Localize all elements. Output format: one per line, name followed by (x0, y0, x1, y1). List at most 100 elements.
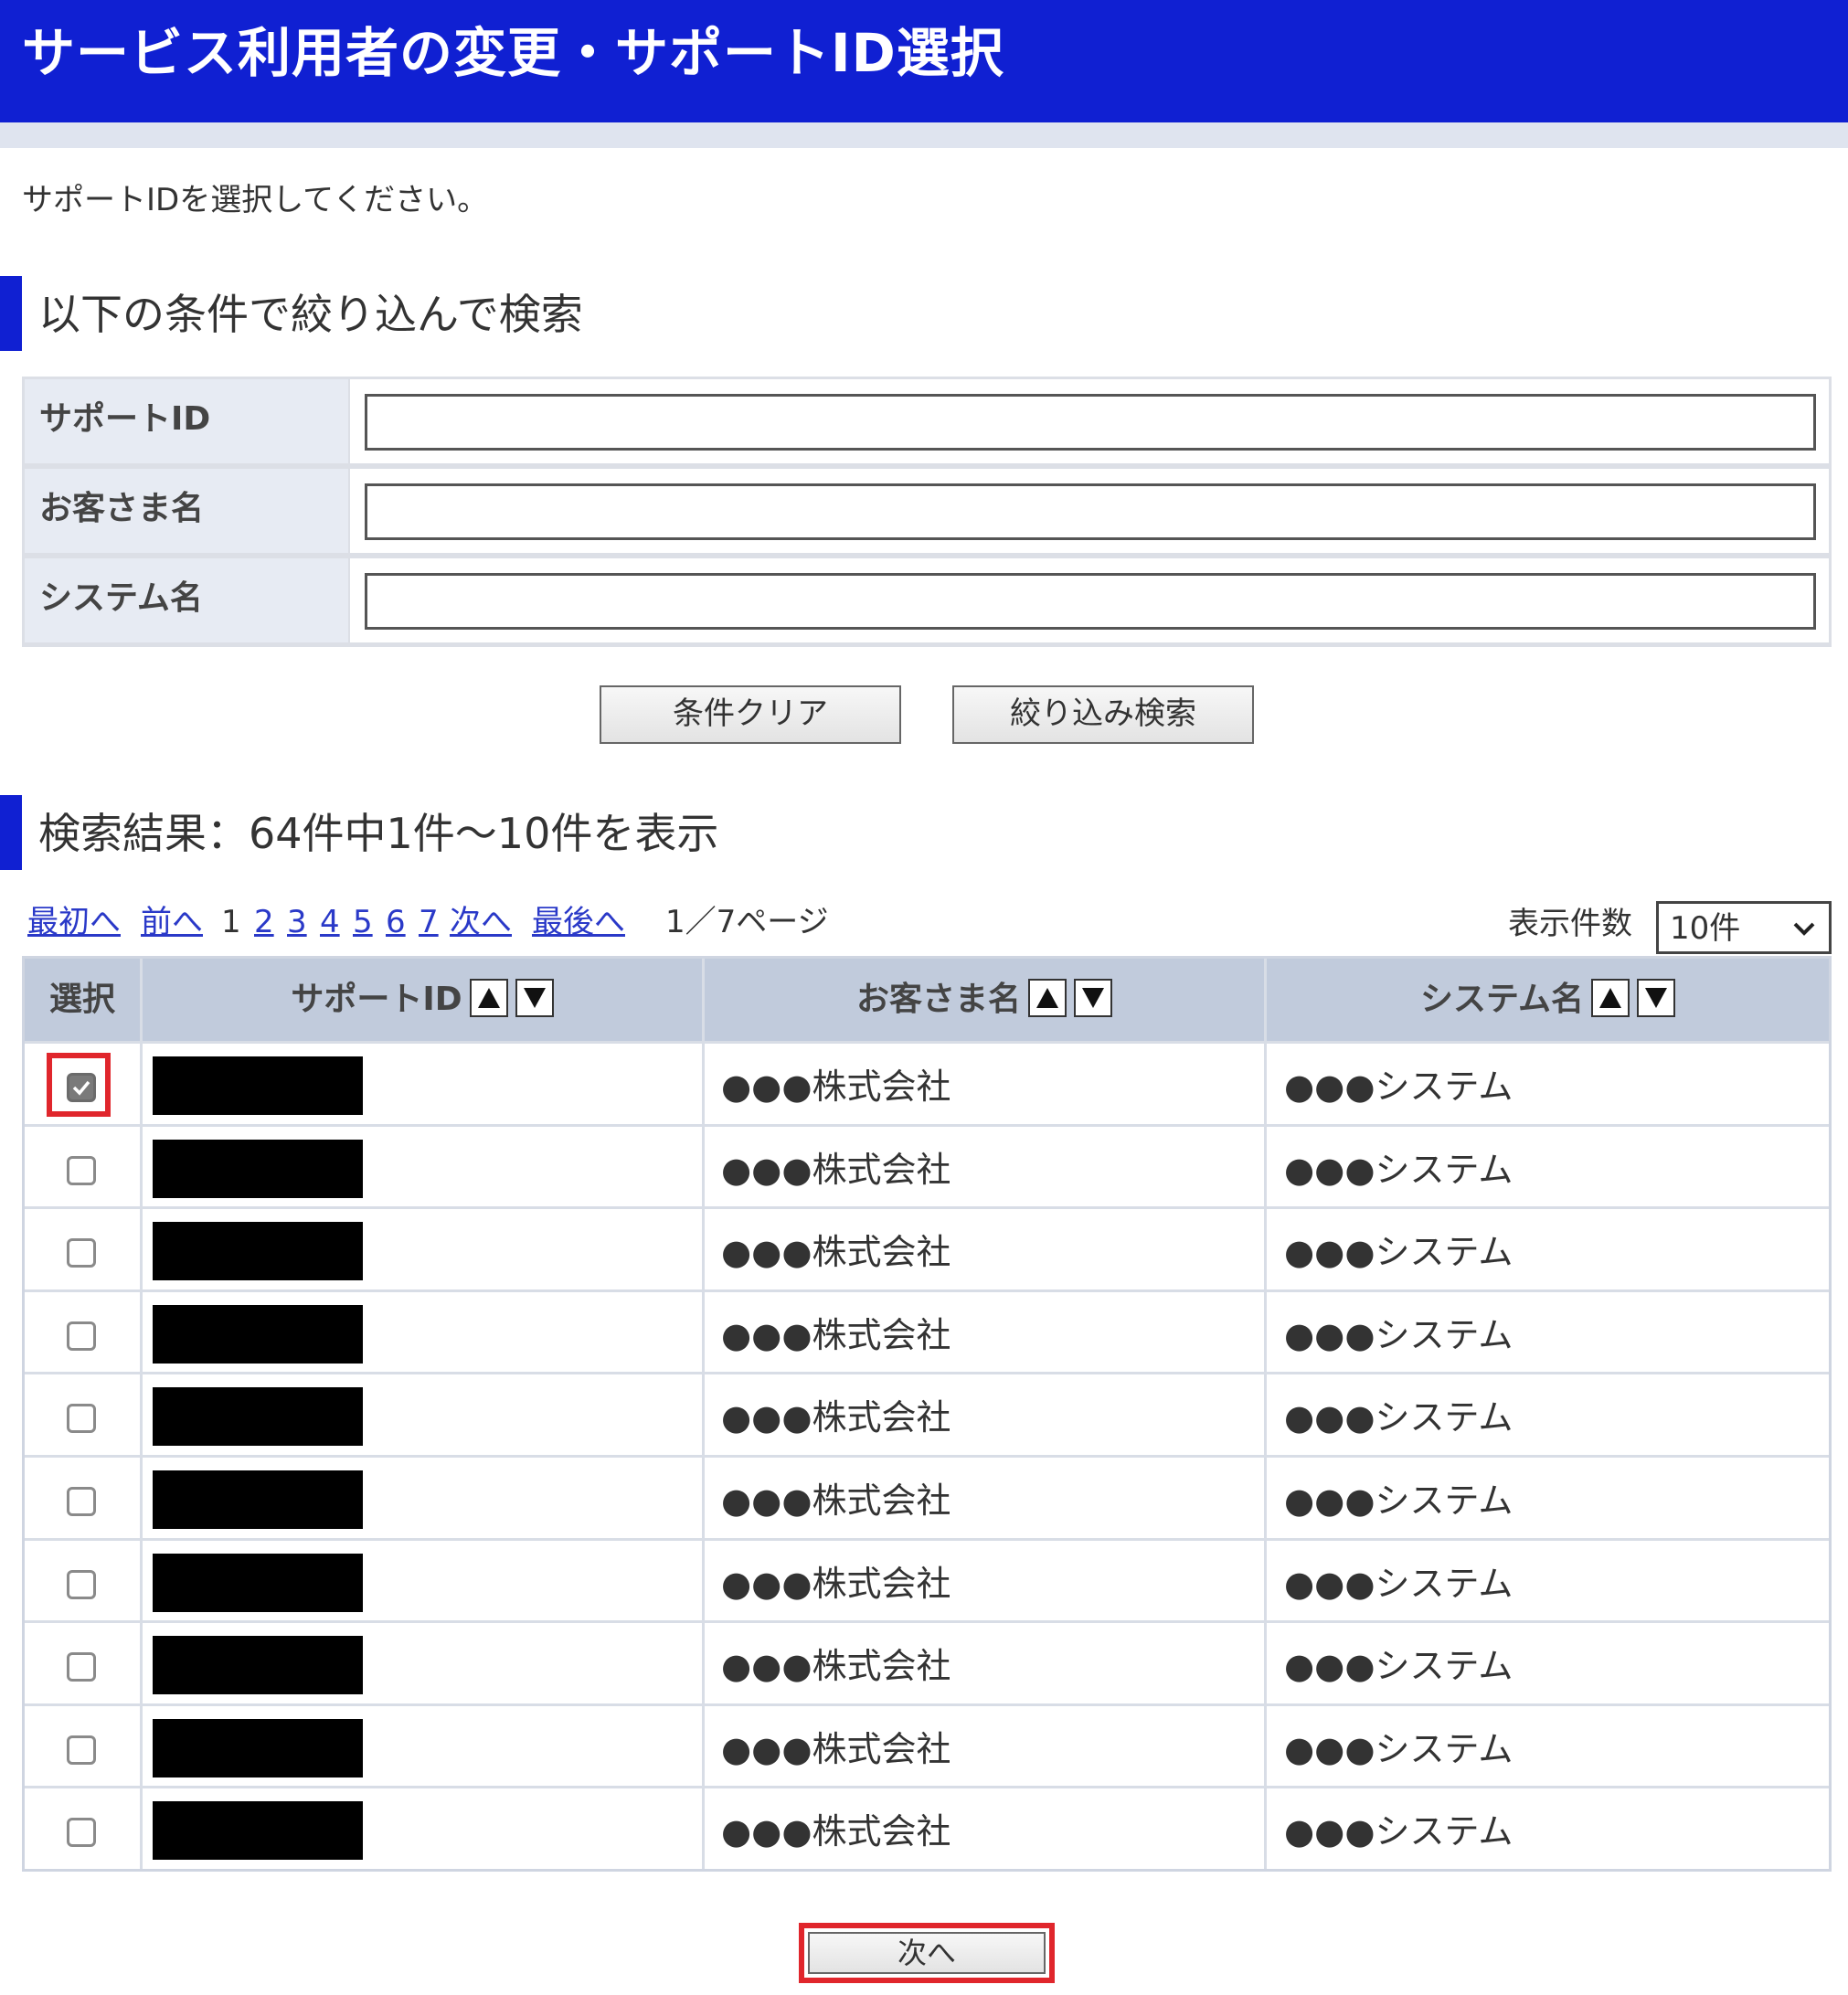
column-divider (1264, 959, 1267, 1869)
row-select-checkbox[interactable] (67, 1321, 96, 1351)
customer-name-cell (350, 469, 1829, 553)
customer-name-input[interactable] (365, 483, 1816, 540)
row-select-checkbox[interactable] (67, 1404, 96, 1434)
support-id-redacted (153, 1718, 363, 1777)
row-select-checkbox[interactable] (67, 1238, 96, 1268)
sort-asc-support-id-button[interactable] (469, 979, 508, 1017)
support-id-redacted (153, 1056, 363, 1115)
table-row: ●●●株式会社 ●●●システム (25, 1041, 1829, 1124)
filter-heading-text: 以下の条件で絞り込んで検索 (38, 290, 583, 339)
column-divider (140, 959, 143, 1869)
results-heading: 検索結果：64件中1件～10件を表示 (0, 795, 914, 870)
pager-page-2-link[interactable]: 2 (254, 901, 274, 943)
support-id-redacted (153, 1470, 363, 1529)
customer-name-cell: ●●●株式会社 (721, 1480, 951, 1521)
pager-last-link[interactable]: 最後へ (532, 901, 625, 943)
table-row: ●●●株式会社 ●●●システム (25, 1537, 1829, 1621)
triangle-down-icon (523, 988, 546, 1008)
pager-next-link[interactable]: 次へ (450, 901, 512, 943)
system-name-cell: ●●●システム (1284, 1480, 1513, 1521)
next-button[interactable]: 次へ (808, 1932, 1046, 1974)
per-page-select[interactable]: 10件 (1656, 901, 1832, 954)
col-header-system-label: システム名 (1420, 981, 1584, 1018)
table-row: ●●●株式会社 ●●●システム (25, 1455, 1829, 1538)
system-name-cell: ●●●システム (1284, 1563, 1513, 1604)
sort-desc-support-id-button[interactable] (515, 979, 554, 1017)
filter-row-customer: お客さま名 (25, 469, 1829, 553)
table-row: ●●●株式会社 ●●●システム (25, 1786, 1829, 1869)
triangle-down-icon (1644, 988, 1667, 1008)
sort-desc-customer-button[interactable] (1074, 979, 1112, 1017)
support-id-label: サポートID (25, 379, 348, 463)
pager-page-info: 1／7ページ (665, 904, 829, 940)
support-id-cell (350, 379, 1829, 463)
customer-name-cell: ●●●株式会社 (721, 1646, 951, 1687)
row-select-checkbox[interactable] (67, 1652, 96, 1682)
system-name-cell: ●●●システム (1284, 1646, 1513, 1687)
customer-name-cell: ●●●株式会社 (721, 1397, 951, 1438)
col-header-system: システム名 (1267, 959, 1829, 1041)
support-id-redacted (153, 1139, 363, 1198)
column-divider (702, 959, 705, 1869)
customer-name-cell: ●●●株式会社 (721, 1232, 951, 1273)
pager-page-3-link[interactable]: 3 (287, 901, 307, 943)
system-name-cell (350, 558, 1829, 642)
col-header-customer: お客さま名 (705, 959, 1264, 1041)
filter-search-button[interactable]: 絞り込み検索 (952, 685, 1254, 744)
customer-name-cell: ●●●株式会社 (721, 1563, 951, 1604)
pager-page-7-link[interactable]: 7 (419, 901, 439, 943)
support-id-redacted (153, 1304, 363, 1364)
sort-desc-system-button[interactable] (1636, 979, 1675, 1017)
support-id-redacted (153, 1636, 363, 1695)
system-name-input[interactable] (365, 573, 1816, 630)
row-select-checkbox[interactable] (67, 1818, 96, 1848)
chevron-down-icon (1793, 922, 1815, 936)
support-id-redacted (153, 1387, 363, 1447)
filter-row-system: システム名 (25, 558, 1829, 642)
heading-accent (0, 276, 22, 351)
table-row: ●●●株式会社 ●●●システム (25, 1703, 1829, 1787)
pager-page-1-current: 1 (221, 904, 241, 940)
heading-accent (0, 795, 22, 870)
col-header-select-label: 選択 (48, 981, 115, 1018)
sort-asc-system-button[interactable] (1590, 979, 1630, 1017)
support-id-redacted (153, 1801, 363, 1861)
pager-prev-link[interactable]: 前へ (141, 901, 203, 943)
row-select-checkbox[interactable] (67, 1487, 96, 1516)
per-page-value: 10件 (1670, 910, 1741, 947)
support-id-redacted (153, 1222, 363, 1281)
row-select-checkbox[interactable] (67, 1073, 96, 1102)
row-select-checkbox[interactable] (67, 1569, 96, 1599)
filter-form: サポートID お客さま名 システム名 (22, 377, 1832, 647)
table-row: ●●●株式会社 ●●●システム (25, 1372, 1829, 1455)
results-heading-text: 検索結果：64件中1件～10件を表示 (38, 809, 719, 858)
table-row: ●●●株式会社 ●●●システム (25, 1620, 1829, 1703)
pager-first-link[interactable]: 最初へ (27, 901, 121, 943)
clear-conditions-button[interactable]: 条件クリア (600, 685, 901, 744)
triangle-up-icon (1598, 988, 1621, 1008)
per-page-label: 表示件数 (1508, 906, 1632, 942)
row-select-checkbox[interactable] (67, 1735, 96, 1765)
triangle-up-icon (1036, 988, 1058, 1008)
sort-asc-customer-button[interactable] (1028, 979, 1067, 1017)
header-bar: サービス利用者の変更・サポートID選択 (0, 0, 1848, 122)
pager-page-5-link[interactable]: 5 (353, 901, 373, 943)
page-title: サービス利用者の変更・サポートID選択 (22, 22, 1004, 84)
pager-page-6-link[interactable]: 6 (386, 901, 406, 943)
system-name-label: システム名 (25, 558, 348, 642)
results-table: 選択 サポートID お客さま名 システム名 ●●●株式会社 ●●●システム ●●●株… (22, 956, 1832, 1872)
table-row: ●●●株式会社 ●●●システム (25, 1123, 1829, 1207)
filter-row-support-id: サポートID (25, 379, 1829, 463)
triangle-up-icon (477, 988, 500, 1008)
customer-name-cell: ●●●株式会社 (721, 1149, 951, 1190)
customer-name-cell: ●●●株式会社 (721, 1728, 951, 1769)
customer-name-cell: ●●●株式会社 (721, 1066, 951, 1107)
col-header-select: 選択 (25, 959, 140, 1041)
instruction-text: サポートIDを選択してください。 (22, 182, 489, 218)
support-id-input[interactable] (365, 394, 1816, 451)
header-divider (0, 122, 1848, 148)
customer-name-label: お客さま名 (25, 469, 348, 553)
pager-page-4-link[interactable]: 4 (320, 901, 340, 943)
table-row: ●●●株式会社 ●●●システム (25, 1289, 1829, 1373)
row-select-checkbox[interactable] (67, 1155, 96, 1185)
